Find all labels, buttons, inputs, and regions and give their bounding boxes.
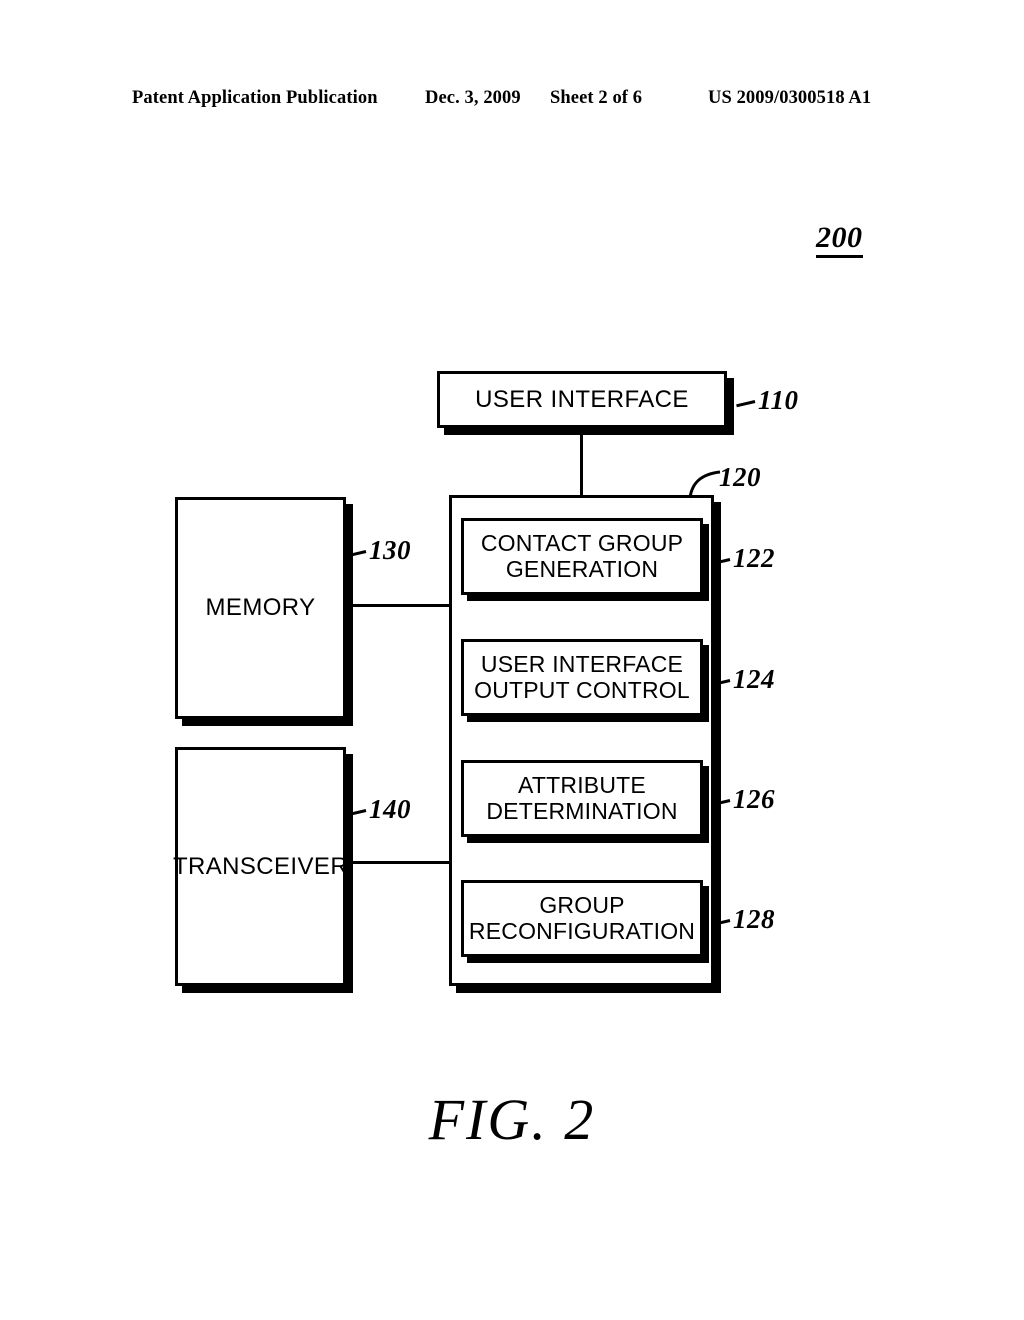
reference-numeral-130: 130 xyxy=(369,535,411,565)
reference-numeral-124: 124 xyxy=(733,664,775,694)
module-attribute-determination-label: ATTRIBUTE DETERMINATION xyxy=(486,771,678,825)
leader-line-120 xyxy=(688,470,721,499)
module-label-line-1: CONTACT GROUP xyxy=(480,529,684,556)
header-date-text: Dec. 3, 2009 xyxy=(425,88,521,108)
module-user-interface-output-control-label: USER INTERFACE OUTPUT CONTROL xyxy=(474,650,690,704)
module-label-line-1: GROUP xyxy=(539,891,625,918)
module-label-line-2: GENERATION xyxy=(505,555,659,582)
system-reference-numeral-200: 200 xyxy=(816,222,863,258)
page-header: Patent Application Publication Dec. 3, 2… xyxy=(0,88,1024,114)
block-user-interface: USER INTERFACE xyxy=(437,371,727,428)
module-group-reconfiguration-label: GROUP RECONFIGURATION xyxy=(468,891,696,945)
reference-numeral-110: 110 xyxy=(758,385,799,415)
reference-numeral-122: 122 xyxy=(733,543,775,573)
module-label-line-2: RECONFIGURATION xyxy=(468,917,696,944)
connector-user-interface-to-processor xyxy=(580,428,583,496)
block-user-interface-label: USER INTERFACE xyxy=(475,385,689,413)
module-user-interface-output-control: USER INTERFACE OUTPUT CONTROL xyxy=(461,639,703,716)
module-label-line-1: ATTRIBUTE xyxy=(518,771,646,798)
reference-numeral-128: 128 xyxy=(733,904,775,934)
figure-caption: FIG. 2 xyxy=(428,1087,596,1152)
reference-numeral-120: 120 xyxy=(719,462,761,492)
module-label-line-1: USER INTERFACE xyxy=(480,650,684,677)
block-memory-label: MEMORY xyxy=(205,594,316,622)
connector-memory-to-processor xyxy=(346,604,450,607)
header-publication-number: US 2009/0300518 A1 xyxy=(708,88,872,108)
module-label-line-2: DETERMINATION xyxy=(486,797,678,824)
block-transceiver-label: TRANSCEIVER xyxy=(172,852,349,880)
connector-transceiver-to-processor xyxy=(346,861,450,864)
module-group-reconfiguration: GROUP RECONFIGURATION xyxy=(461,880,703,957)
reference-numeral-126: 126 xyxy=(733,784,775,814)
header-sheet-text: Sheet 2 of 6 xyxy=(550,88,643,108)
header-publication-text: Patent Application Publication xyxy=(132,88,378,108)
module-contact-group-generation: CONTACT GROUP GENERATION xyxy=(461,518,703,595)
block-memory: MEMORY xyxy=(175,497,346,719)
block-transceiver: TRANSCEIVER xyxy=(172,747,349,986)
module-label-line-2: OUTPUT CONTROL xyxy=(474,676,690,703)
reference-numeral-140: 140 xyxy=(369,794,411,824)
module-attribute-determination: ATTRIBUTE DETERMINATION xyxy=(461,760,703,837)
module-contact-group-generation-label: CONTACT GROUP GENERATION xyxy=(480,529,684,583)
